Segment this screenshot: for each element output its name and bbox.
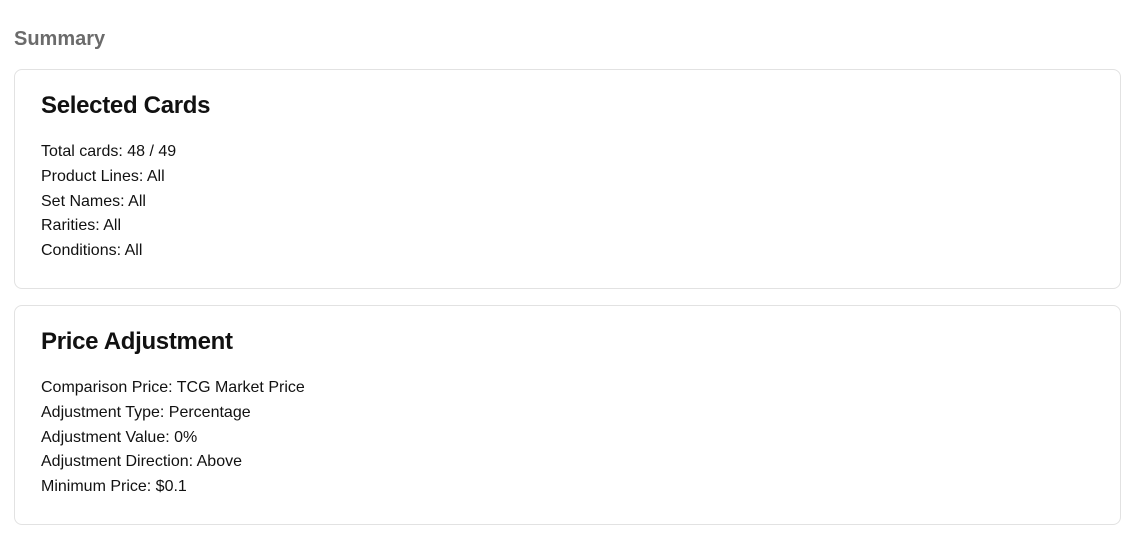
comparison-price-row: Comparison Price: TCG Market Price [41, 376, 1094, 401]
set-names-row: Set Names: All [41, 190, 1094, 215]
adjustment-type-row: Adjustment Type: Percentage [41, 401, 1094, 426]
adjustment-value-row: Adjustment Value: 0% [41, 426, 1094, 451]
selected-cards-title: Selected Cards [41, 92, 1094, 120]
price-adjustment-card: Price Adjustment Comparison Price: TCG M… [14, 305, 1121, 525]
selected-cards-card: Selected Cards Total cards: 48 / 49 Prod… [14, 69, 1121, 289]
product-lines-row: Product Lines: All [41, 165, 1094, 190]
total-cards-row: Total cards: 48 / 49 [41, 140, 1094, 165]
conditions-row: Conditions: All [41, 239, 1094, 264]
price-adjustment-title: Price Adjustment [41, 328, 1094, 356]
adjustment-direction-row: Adjustment Direction: Above [41, 450, 1094, 475]
minimum-price-row: Minimum Price: $0.1 [41, 475, 1094, 500]
rarities-row: Rarities: All [41, 214, 1094, 239]
page-title: Summary [14, 28, 1121, 51]
